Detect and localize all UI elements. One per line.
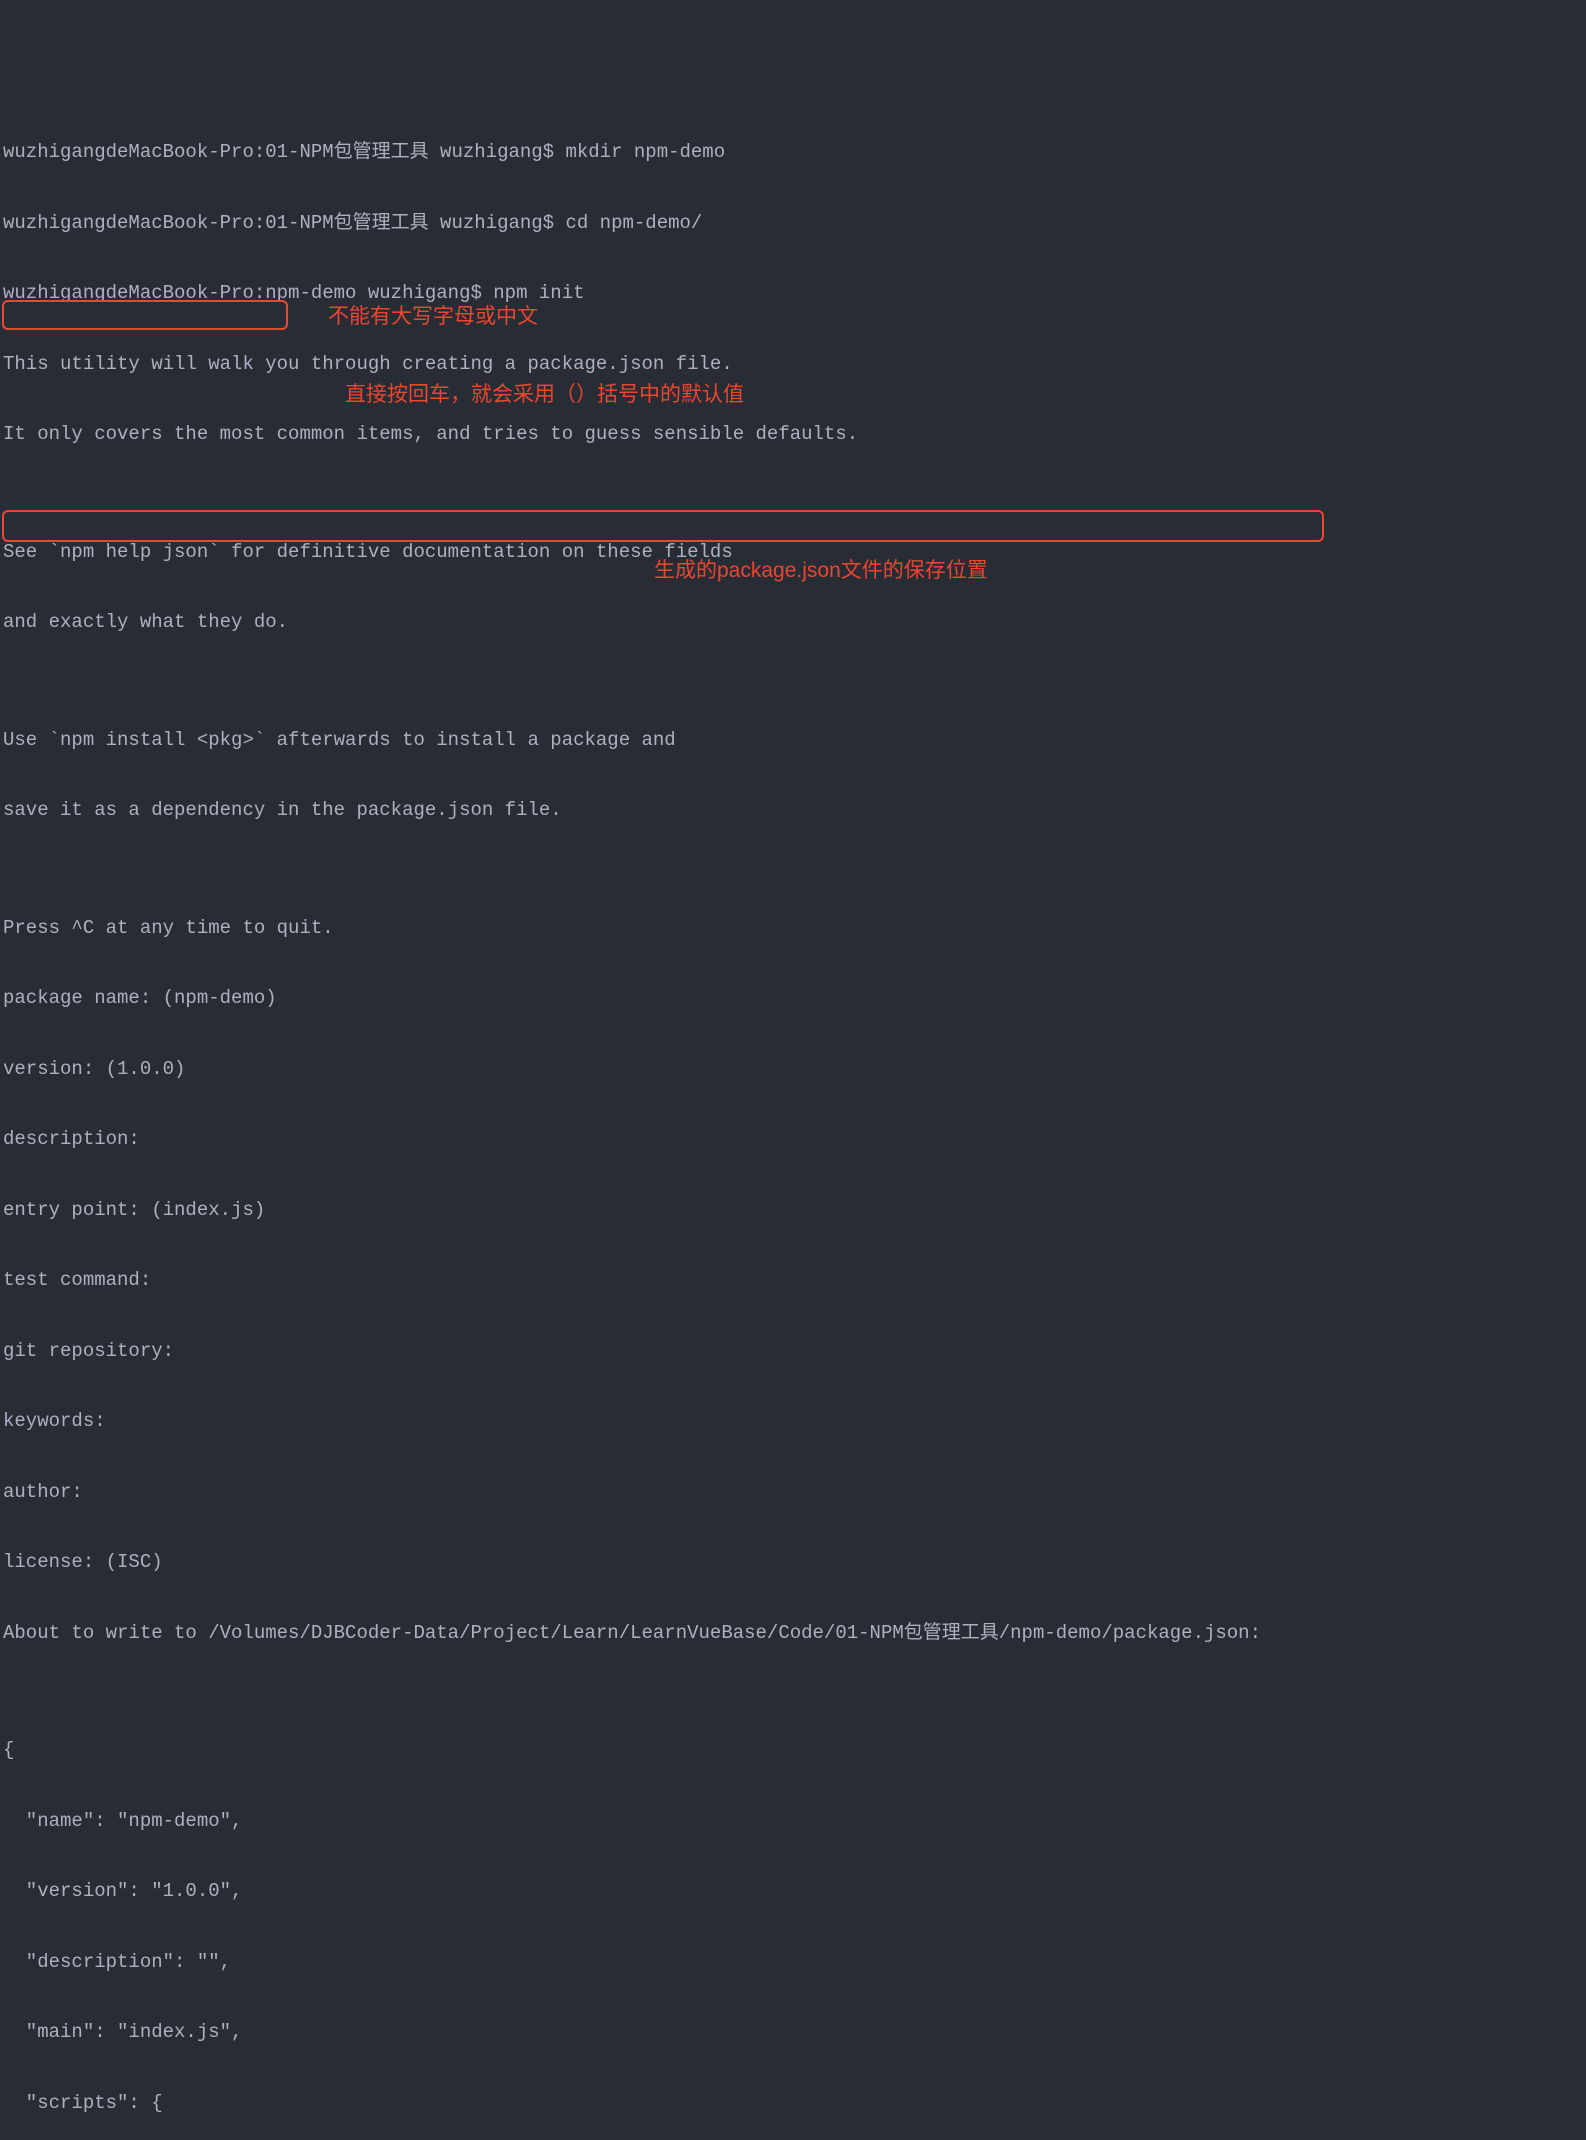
highlight-box-write-path <box>2 510 1324 542</box>
highlight-box-package-name <box>2 300 288 330</box>
terminal-line: "main": "index.js", <box>3 2021 1583 2045</box>
terminal-prompt-entry-point: entry point: (index.js) <box>3 1199 1583 1223</box>
terminal-line: "version": "1.0.0", <box>3 1880 1583 1904</box>
terminal-line: { <box>3 1739 1583 1763</box>
annotation-press-enter: 直接按回车，就会采用（）括号中的默认值 <box>345 383 744 407</box>
terminal-prompt-package-name: package name: (npm-demo) <box>3 987 1583 1011</box>
terminal-line: wuzhigangdeMacBook-Pro:01-NPM包管理工具 wuzhi… <box>3 141 1583 165</box>
terminal-prompt-keywords: keywords: <box>3 1410 1583 1434</box>
terminal-line-write-path: About to write to /Volumes/DJBCoder-Data… <box>3 1622 1583 1646</box>
annotation-save-location: 生成的package.json文件的保存位置 <box>654 559 988 583</box>
terminal-line: Press ^C at any time to quit. <box>3 917 1583 941</box>
terminal-line: It only covers the most common items, an… <box>3 423 1583 447</box>
terminal-line: "scripts": { <box>3 2092 1583 2116</box>
terminal-prompt-author: author: <box>3 1481 1583 1505</box>
terminal-line: "description": "", <box>3 1951 1583 1975</box>
terminal-prompt-test-command: test command: <box>3 1269 1583 1293</box>
terminal-window[interactable]: wuzhigangdeMacBook-Pro:01-NPM包管理工具 wuzhi… <box>3 94 1583 2140</box>
terminal-line: and exactly what they do. <box>3 611 1583 635</box>
terminal-prompt-description: description: <box>3 1128 1583 1152</box>
terminal-line: save it as a dependency in the package.j… <box>3 799 1583 823</box>
terminal-prompt-license: license: (ISC) <box>3 1551 1583 1575</box>
annotation-no-uppercase: 不能有大写字母或中文 <box>328 305 538 329</box>
terminal-prompt-git-repository: git repository: <box>3 1340 1583 1364</box>
terminal-line: This utility will walk you through creat… <box>3 353 1583 377</box>
terminal-line: wuzhigangdeMacBook-Pro:01-NPM包管理工具 wuzhi… <box>3 212 1583 236</box>
terminal-line: "name": "npm-demo", <box>3 1810 1583 1834</box>
terminal-line: Use `npm install <pkg>` afterwards to in… <box>3 729 1583 753</box>
terminal-prompt-version: version: (1.0.0) <box>3 1058 1583 1082</box>
